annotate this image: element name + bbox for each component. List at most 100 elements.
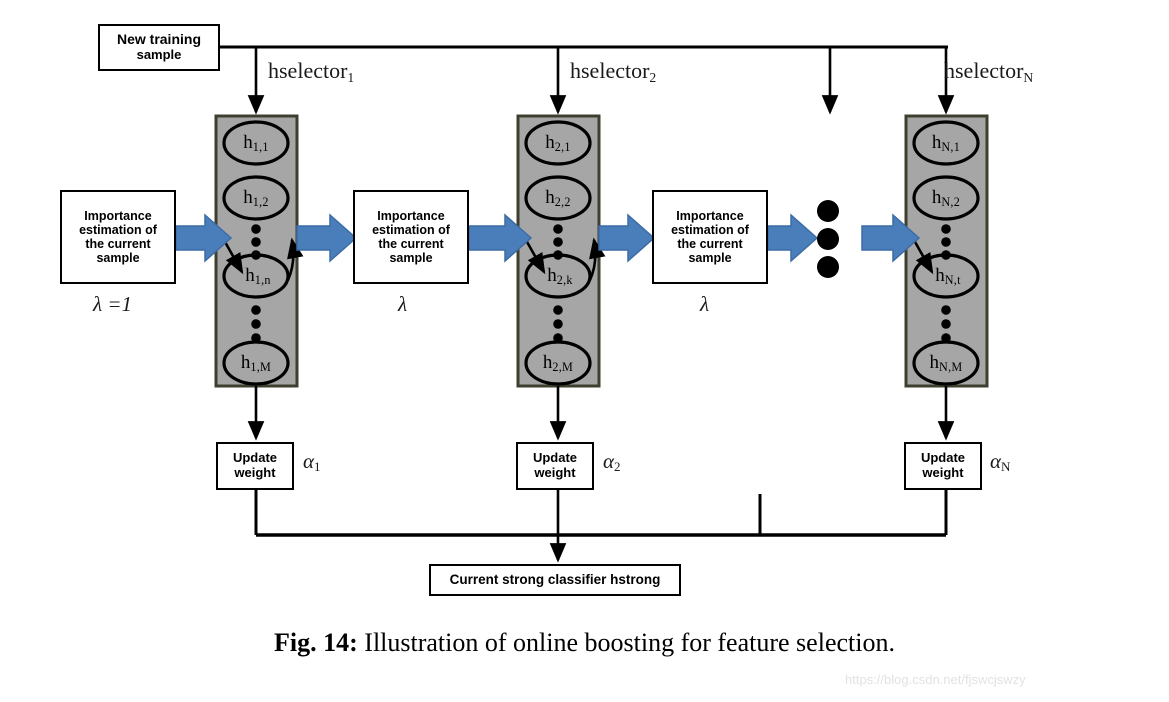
weak-classifier-node: hN,1 [932,132,960,154]
figure-caption-text: Illustration of online boosting for feat… [357,628,895,657]
figure-number: Fig. 14: [274,628,358,657]
imp1-line3: the current [85,237,151,251]
weak-classifier-node: h1,2 [243,187,269,209]
node-sub: N,t [944,273,961,288]
upd1-line1: Update [232,450,278,466]
lambda-1-symbol: λ [93,292,103,316]
new-training-sample-box: New training sample [98,24,220,71]
alpha-1-base: α [303,449,315,473]
node-base: h [542,352,553,373]
horizontal-ellipsis-dots [817,200,839,278]
alpha-label-1: α1 [303,449,321,474]
hselector-column-n [904,114,989,388]
node-base: h [931,187,942,208]
update-weight-box-3: Update weight [904,442,982,490]
blue-arrow-2 [296,213,358,263]
imp3-line3: the current [677,237,743,251]
current-strong-classifier-box: Current strong classifier hstrong [429,564,681,596]
imp2-line4: sample [389,251,433,265]
node-sub: N,M [938,360,963,375]
alpha-label-2: α2 [603,449,621,474]
importance-estimation-box-3: Importance estimation of the current sam… [652,190,768,284]
node-base: h [243,132,253,153]
node-base: h [545,187,555,208]
hselector-column-1 [214,114,304,388]
weak-classifier-node: hN,2 [932,187,960,209]
weak-classifier-node: hN,M [929,352,962,374]
hselector-2-base: hselector [570,58,650,83]
node-sub: 2,2 [554,195,571,210]
figure-root: New training sample Importance estimatio… [0,0,1169,702]
imp3-line1: Importance [676,209,744,223]
node-sub: 1,M [250,360,272,375]
imp3-line4: sample [688,251,732,265]
imp1-line1: Importance [84,209,152,223]
imp2-line2: estimation of [372,223,450,237]
node-base: h [547,265,557,286]
blue-arrow-5 [767,213,819,263]
diagram-canvas [175,45,989,563]
lambda-1-value: =1 [102,292,133,316]
lambda-label-1: λ =1 [93,292,132,317]
weak-classifier-node: h1,n [245,265,271,287]
hselector-label-2: hselector2 [570,58,657,85]
hselector-column-2 [516,114,606,388]
lambda-3-symbol: λ [700,292,710,316]
imp2-line1: Importance [377,209,445,223]
update-weight-box-2: Update weight [516,442,594,490]
lambda-label-3: λ [700,292,709,317]
update-weight-box-1: Update weight [216,442,294,490]
imp3-line2: estimation of [671,223,749,237]
imp1-line2: estimation of [79,223,157,237]
node-base: h [245,265,255,286]
alpha-2-base: α [603,449,615,473]
weak-classifier-node: h2,1 [545,132,571,154]
weak-classifier-node: h1,M [241,352,271,374]
node-base: h [929,352,939,373]
weak-classifier-node: hN,t [935,265,961,287]
upd3-line2: weight [922,465,964,480]
hselector-1-sub: 1 [347,69,355,85]
alpha-label-n: αN [990,449,1010,474]
lambda-label-2: λ [398,292,407,317]
upd3-line1: Update [920,450,966,466]
alpha-n-sub: N [1001,459,1011,475]
figure-caption: Fig. 14: Illustration of online boosting… [0,628,1169,658]
new-training-sample-line1: New training [116,31,201,48]
hselector-n-base: hselector [944,58,1024,83]
new-training-sample-line2: sample [136,47,182,63]
node-base: h [935,265,945,286]
lambda-2-symbol: λ [398,292,408,316]
node-sub: 2,1 [554,140,571,155]
node-sub: 2,M [552,360,574,375]
hselector-1-base: hselector [268,58,348,83]
blue-arrow-4 [598,213,656,263]
node-sub: N,1 [941,140,961,155]
bottom-aggregation-bus [254,490,948,563]
upd2-line2: weight [534,465,576,480]
imp1-line4: sample [96,251,140,265]
node-sub: N,2 [941,195,961,210]
importance-estimation-box-2: Importance estimation of the current sam… [353,190,469,284]
node-base: h [243,187,253,208]
watermark-text: https://blog.csdn.net/fjswcjswzy [845,672,1026,687]
weak-classifier-node: h1,1 [243,132,269,154]
weak-classifier-node: h2,2 [545,187,571,209]
alpha-2-sub: 2 [614,459,621,475]
hselector-n-sub: N [1023,69,1034,85]
weak-classifier-node: h2,M [543,352,573,374]
column-to-update-arrows [247,386,955,441]
alpha-1-sub: 1 [314,459,321,475]
node-base: h [545,132,555,153]
strong-classifier-label: Current strong classifier hstrong [449,572,661,588]
node-base: h [931,132,942,153]
hselector-label-n: hselectorN [944,58,1034,85]
hselector-2-sub: 2 [649,69,657,85]
node-sub: 2,k [556,273,573,288]
importance-estimation-box-1: Importance estimation of the current sam… [60,190,176,284]
upd2-line1: Update [532,450,578,466]
weak-classifier-node: h2,k [547,265,573,287]
alpha-n-base: α [990,449,1002,473]
node-base: h [240,352,251,373]
hselector-label-1: hselector1 [268,58,355,85]
